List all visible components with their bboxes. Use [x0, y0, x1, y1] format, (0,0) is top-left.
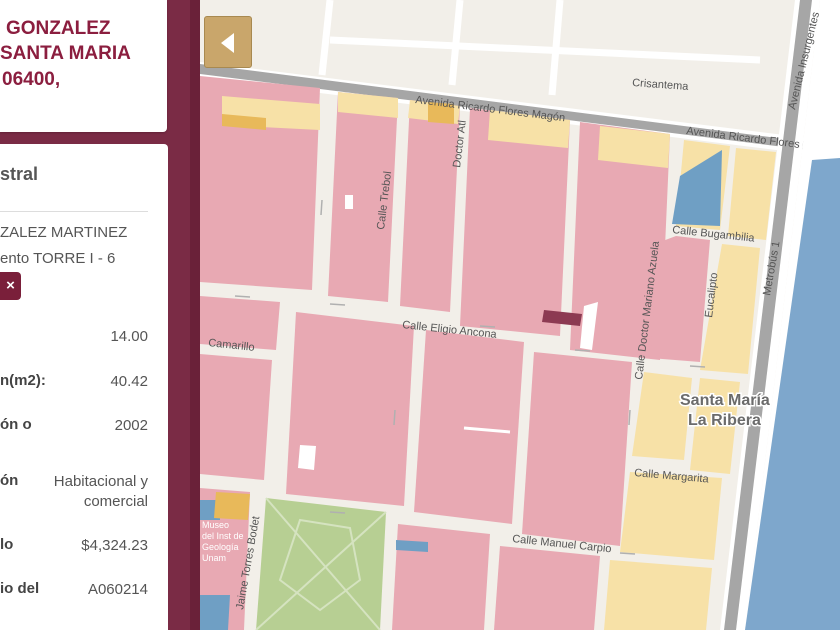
address-line-3: 06400,	[2, 69, 61, 90]
row-value-4: Habitacional y comercial	[53, 473, 148, 510]
collapse-panel-button[interactable]	[204, 16, 252, 68]
address-card: GONZALEZ SANTA MARIA 06400,	[0, 0, 167, 132]
panel-title: stral	[0, 164, 39, 184]
row-label-3: ón o	[0, 416, 32, 433]
row-value-6: A060214	[87, 581, 148, 598]
owner-unit: ento TORRE I - 6	[0, 250, 116, 267]
svg-text:Unam: Unam	[202, 553, 226, 563]
owner-name: ZALEZ MARTINEZ	[0, 224, 128, 241]
map-canvas[interactable]: Crisantema Avenida Ricardo Flores Magón …	[200, 0, 840, 630]
row-value-2: 40.42	[110, 373, 148, 390]
row-label-2: n(m2):	[0, 372, 46, 389]
row-value-3: 2002	[114, 417, 148, 434]
svg-text:La Ribera: La Ribera	[688, 412, 761, 429]
cadastral-info-panel: stral ZALEZ MARTINEZ ento TORRE I - 6 × …	[0, 144, 168, 630]
row-label-5: lo	[0, 536, 14, 553]
row-value-5: $4,324.23	[81, 537, 148, 554]
row-label-6: io del	[0, 580, 40, 597]
sidebar-scrollbar[interactable]	[190, 0, 389, 630]
svg-text:Santa María: Santa María	[680, 392, 770, 409]
svg-text:del Inst de: del Inst de	[202, 531, 244, 541]
svg-text:Geología: Geología	[202, 542, 239, 552]
row-value-1: 14.00	[110, 328, 148, 345]
address-line-1: GONZALEZ	[6, 18, 111, 39]
svg-text:Museo: Museo	[202, 520, 229, 530]
row-label-4: ón	[0, 472, 19, 489]
close-button[interactable]: ×	[0, 272, 21, 300]
chevron-left-icon	[221, 33, 234, 53]
panel-divider	[0, 211, 148, 212]
address-line-2: SANTA MARIA	[0, 43, 131, 64]
close-icon: ×	[6, 277, 15, 294]
